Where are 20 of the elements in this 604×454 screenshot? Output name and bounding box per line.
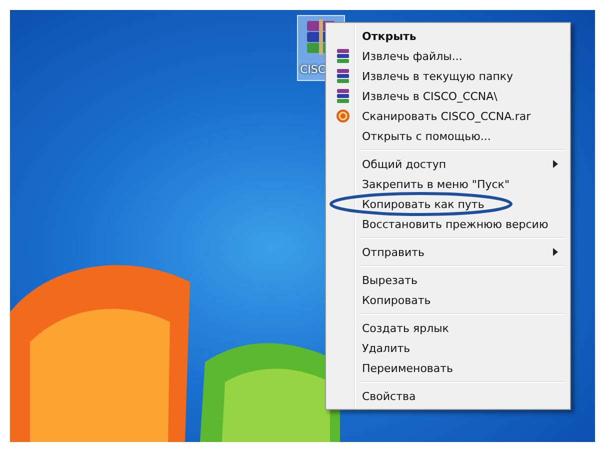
menu-item[interactable]: Создать ярлык: [328, 318, 568, 338]
menu-item[interactable]: Копировать: [328, 290, 568, 310]
menu-item[interactable]: Общий доступ: [328, 154, 568, 174]
archive-icon: [336, 69, 350, 83]
menu-item[interactable]: Удалить: [328, 338, 568, 358]
scan-icon: [336, 109, 350, 123]
submenu-arrow-icon: [553, 248, 558, 256]
menu-item[interactable]: Закрепить в меню "Пуск": [328, 174, 568, 194]
file-name: CISC: [299, 63, 326, 76]
menu-item[interactable]: Извлечь в CISCO_CCNA\: [328, 86, 568, 106]
menu-item[interactable]: Отправить: [328, 242, 568, 262]
menu-item[interactable]: Вырезать: [328, 270, 568, 290]
menu-item[interactable]: Сканировать CISCO_CCNA.rar: [328, 106, 568, 126]
menu-item[interactable]: Переименовать: [328, 358, 568, 378]
archive-icon: [336, 89, 350, 103]
menu-item[interactable]: Открыть с помощью...: [328, 126, 568, 146]
menu-item[interactable]: Копировать как путь: [328, 194, 568, 214]
menu-item[interactable]: Свойства: [328, 386, 568, 406]
menu-item[interactable]: Восстановить прежнюю версию: [328, 214, 568, 234]
submenu-arrow-icon: [553, 160, 558, 168]
